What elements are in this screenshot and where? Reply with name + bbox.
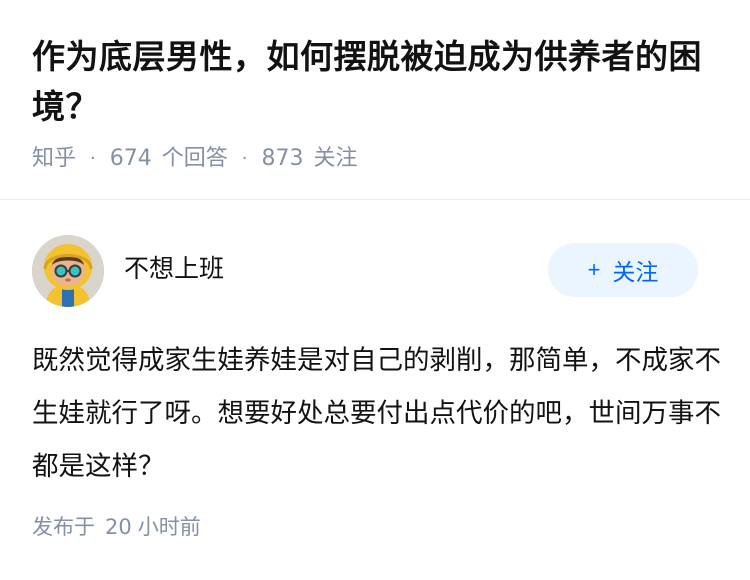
question-header: 作为底层男性，如何摆脱被迫成为供养者的困境？ 知乎 · 674 个回答 · 87…	[0, 0, 750, 200]
meta-separator: ·	[241, 148, 248, 169]
author-name[interactable]: 不想上班	[124, 251, 224, 287]
time-value: 20	[105, 515, 132, 539]
follow-button-label: 关注	[612, 259, 659, 285]
time-prefix: 发布于	[32, 515, 95, 539]
avatar-image	[32, 235, 104, 307]
follower-count: 873	[261, 146, 304, 171]
answer-time: 发布于 20 小时前	[32, 511, 201, 543]
answer-count-label: 个回答	[161, 146, 228, 171]
follower-count-label: 关注	[313, 146, 358, 171]
time-unit: 小时前	[137, 515, 201, 539]
avatar[interactable]	[32, 235, 104, 307]
site-name[interactable]: 知乎	[32, 143, 76, 175]
follow-button[interactable]: + 关注	[548, 243, 698, 297]
plus-icon: +	[587, 257, 601, 282]
answer-card: 不想上班 + 关注 既然觉得成家生娃养娃是对自己的剥削，那简单，不成家不生娃就行…	[0, 201, 750, 580]
question-title[interactable]: 作为底层男性，如何摆脱被迫成为供养者的困境？	[32, 32, 732, 132]
question-meta: 知乎 · 674 个回答 · 873 关注	[32, 143, 358, 175]
meta-separator: ·	[90, 148, 96, 169]
answer-count: 674	[109, 146, 152, 171]
answer-content[interactable]: 既然觉得成家生娃养娃是对自己的剥削，那简单，不成家不生娃就行了呀。想要好处总要付…	[32, 334, 722, 493]
